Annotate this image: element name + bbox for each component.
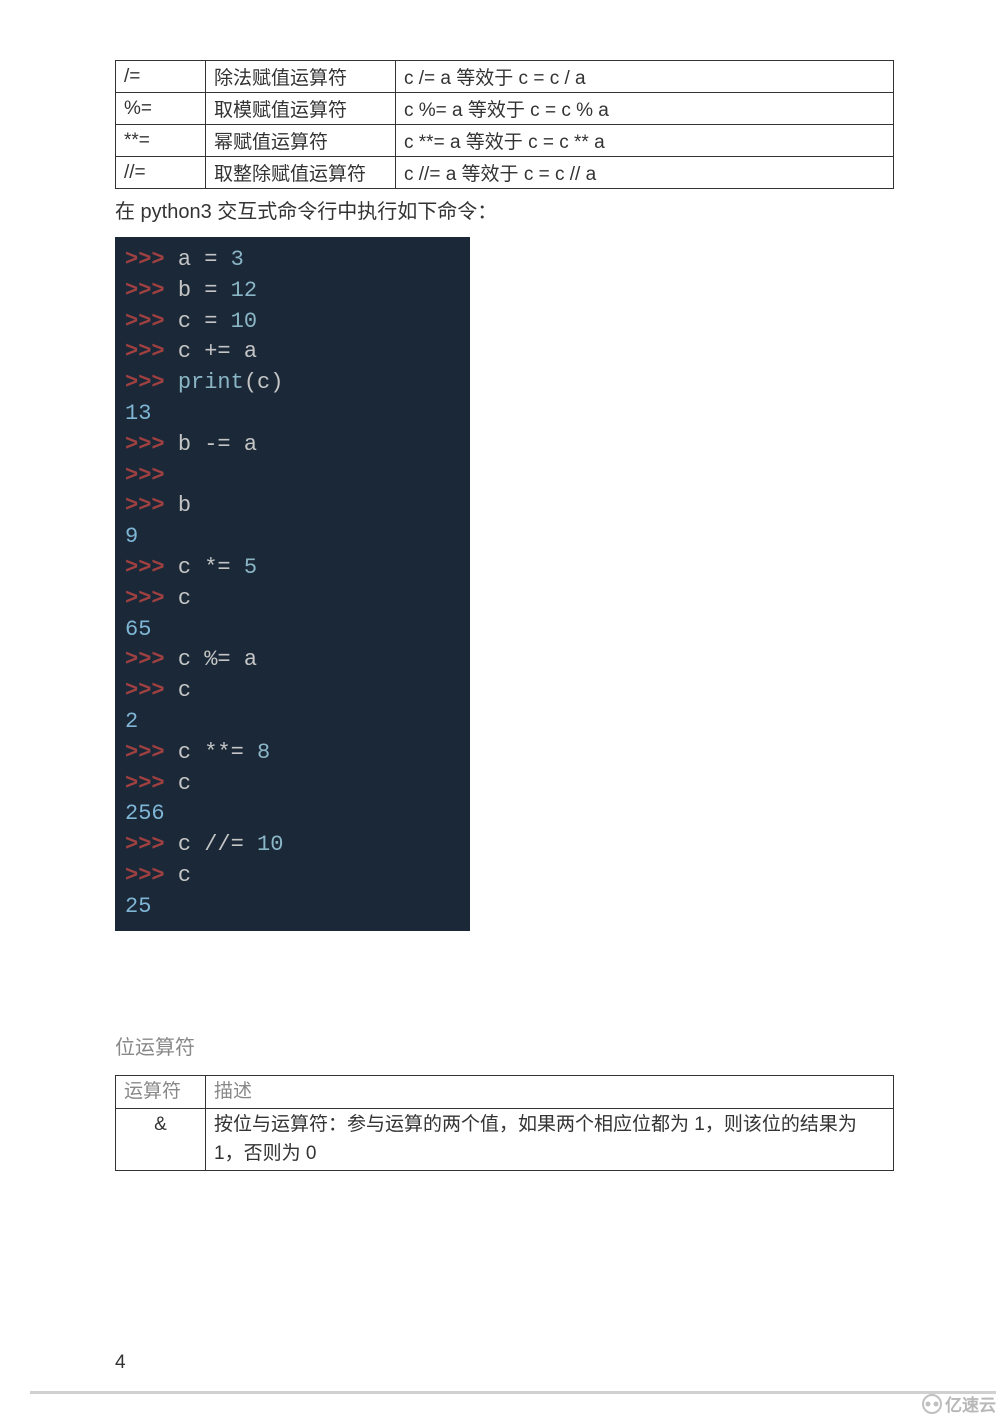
operator-cell: %= — [116, 93, 206, 125]
terminal-output-line: 65 — [125, 615, 470, 646]
table-row: //=取整除赋值运算符c //= a 等效于 c = c // a — [116, 157, 894, 189]
table-header-row: 运算符 描述 — [116, 1075, 894, 1109]
footer-separator — [30, 1391, 996, 1394]
header-description: 描述 — [206, 1075, 894, 1109]
header-operator: 运算符 — [116, 1075, 206, 1109]
example-cell: c //= a 等效于 c = c // a — [396, 157, 894, 189]
table-row: **=幂赋值运算符c **= a 等效于 c = c ** a — [116, 125, 894, 157]
description-cell: 除法赋值运算符 — [206, 61, 396, 93]
description-cell: 幂赋值运算符 — [206, 125, 396, 157]
example-cell: c %= a 等效于 c = c % a — [396, 93, 894, 125]
bitwise-operators-table: 运算符 描述 &按位与运算符：参与运算的两个值，如果两个相应位都为 1，则该位的… — [115, 1075, 894, 1172]
terminal-input-line: >>> c //= 10 — [125, 830, 470, 861]
terminal-screenshot: >>> a = 3>>> b = 12>>> c = 10>>> c += a>… — [115, 237, 470, 931]
paragraph-text: 在 python3 交互式命令行中执行如下命令： — [115, 197, 894, 227]
section-title: 位运算符 — [115, 1031, 894, 1060]
terminal-input-line: >>> c — [125, 676, 470, 707]
terminal-input-line: >>> c = 10 — [125, 307, 470, 338]
brand-text: 亿速云 — [945, 1391, 996, 1416]
description-cell: 取模赋值运算符 — [206, 93, 396, 125]
terminal-input-line: >>> print(c) — [125, 368, 470, 399]
terminal-input-line: >>> c **= 8 — [125, 738, 470, 769]
table-body: /=除法赋值运算符c /= a 等效于 c = c / a%=取模赋值运算符c … — [116, 61, 894, 189]
terminal-input-line: >>> c += a — [125, 337, 470, 368]
operator-cell: //= — [116, 157, 206, 189]
terminal-input-line: >>> b -= a — [125, 430, 470, 461]
operator-cell: /= — [116, 61, 206, 93]
terminal-output-line: 2 — [125, 707, 470, 738]
terminal-output-line: 25 — [125, 892, 470, 923]
description-cell: 按位与运算符：参与运算的两个值，如果两个相应位都为 1，则该位的结果为 1，否则… — [206, 1109, 894, 1171]
example-cell: c /= a 等效于 c = c / a — [396, 61, 894, 93]
description-cell: 取整除赋值运算符 — [206, 157, 396, 189]
terminal-input-line: >>> b — [125, 491, 470, 522]
terminal-input-line: >>> c *= 5 — [125, 553, 470, 584]
terminal-input-line: >>> c — [125, 861, 470, 892]
terminal-output-line: 9 — [125, 522, 470, 553]
table-row: /=除法赋值运算符c /= a 等效于 c = c / a — [116, 61, 894, 93]
terminal-input-line: >>> b = 12 — [125, 276, 470, 307]
terminal-input-line: >>> c %= a — [125, 645, 470, 676]
terminal-output-line: 256 — [125, 799, 470, 830]
terminal-input-line: >>> — [125, 461, 470, 492]
terminal-output-line: 13 — [125, 399, 470, 430]
terminal-input-line: >>> c — [125, 769, 470, 800]
table-row: %=取模赋值运算符c %= a 等效于 c = c % a — [116, 93, 894, 125]
operator-cell: & — [116, 1109, 206, 1171]
brand-icon — [921, 1393, 943, 1415]
assignment-operators-table: /=除法赋值运算符c /= a 等效于 c = c / a%=取模赋值运算符c … — [115, 60, 894, 189]
table-row: &按位与运算符：参与运算的两个值，如果两个相应位都为 1，则该位的结果为 1，否… — [116, 1109, 894, 1171]
example-cell: c **= a 等效于 c = c ** a — [396, 125, 894, 157]
footer-brand: 亿速云 — [921, 1391, 996, 1416]
terminal-input-line: >>> a = 3 — [125, 245, 470, 276]
operator-cell: **= — [116, 125, 206, 157]
page-number: 4 — [115, 1352, 126, 1374]
terminal-input-line: >>> c — [125, 584, 470, 615]
